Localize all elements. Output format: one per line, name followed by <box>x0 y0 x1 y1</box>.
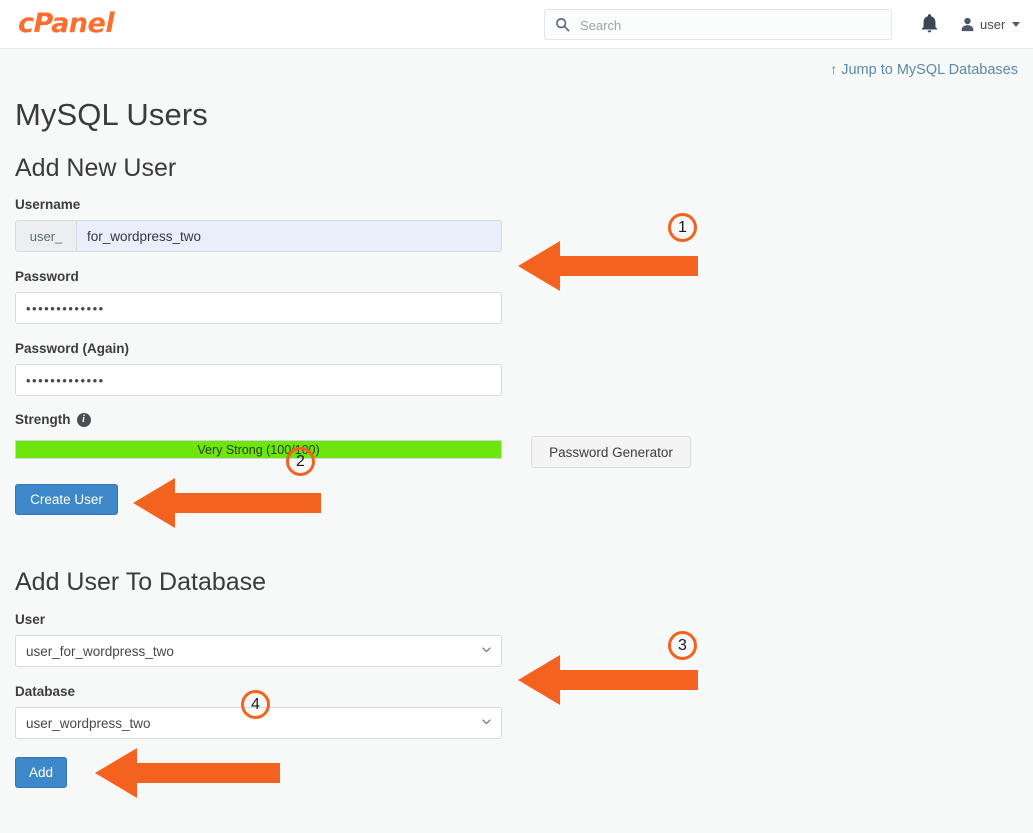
jump-link-label: Jump to MySQL Databases <box>841 62 1018 78</box>
page-title: MySQL Users <box>15 97 208 133</box>
user-select[interactable]: user_for_wordpress_two <box>15 635 502 667</box>
user-menu[interactable]: user <box>960 13 1020 35</box>
password-strength-bar: Very Strong (100/100) <box>15 440 502 459</box>
search-input[interactable] <box>578 10 882 41</box>
search-box[interactable] <box>544 9 892 40</box>
chevron-down-icon <box>1012 22 1020 27</box>
annotation-arrow-2 <box>133 478 321 528</box>
username-label: Username <box>15 197 80 212</box>
notifications-bell-icon[interactable] <box>921 13 938 33</box>
password-input[interactable] <box>15 292 502 324</box>
username-input[interactable] <box>76 220 502 252</box>
chevron-down-icon <box>482 647 491 653</box>
arrow-up-icon: ↑ <box>830 61 837 77</box>
jump-to-mysql-databases-link[interactable]: ↑ Jump to MySQL Databases <box>830 61 1018 78</box>
username-field[interactable]: user_ <box>15 220 502 252</box>
annotation-marker-4: 4 <box>241 690 270 719</box>
username-prefix-addon: user_ <box>15 220 76 252</box>
annotation-arrow-1 <box>518 241 698 291</box>
user-select-value[interactable]: user_for_wordpress_two <box>15 635 502 667</box>
password-generator-button[interactable]: Password Generator <box>531 436 691 468</box>
search-icon <box>555 17 570 32</box>
annotation-marker-1: 1 <box>668 213 697 242</box>
add-user-to-database-heading: Add User To Database <box>15 568 266 597</box>
strength-label: Strength <box>15 412 71 427</box>
info-icon[interactable]: i <box>77 413 91 427</box>
password-again-input[interactable] <box>15 364 502 396</box>
add-button[interactable]: Add <box>15 757 67 788</box>
add-new-user-heading: Add New User <box>15 154 176 183</box>
annotation-marker-3: 3 <box>668 631 697 660</box>
chevron-down-icon <box>482 719 491 725</box>
password-label: Password <box>15 269 79 284</box>
user-avatar-icon <box>960 17 975 32</box>
password-again-label: Password (Again) <box>15 341 129 356</box>
annotation-arrow-3 <box>518 655 698 705</box>
user-select-label: User <box>15 612 45 627</box>
create-user-button[interactable]: Create User <box>15 484 118 515</box>
cpanel-logo[interactable]: cPanel <box>18 8 114 39</box>
annotation-arrow-4 <box>95 748 280 798</box>
app-header: cPanel user <box>0 0 1033 49</box>
user-menu-label: user <box>980 17 1005 32</box>
annotation-marker-2: 2 <box>286 447 315 476</box>
strength-label-row: Strength i <box>15 412 91 427</box>
database-select-label: Database <box>15 684 75 699</box>
